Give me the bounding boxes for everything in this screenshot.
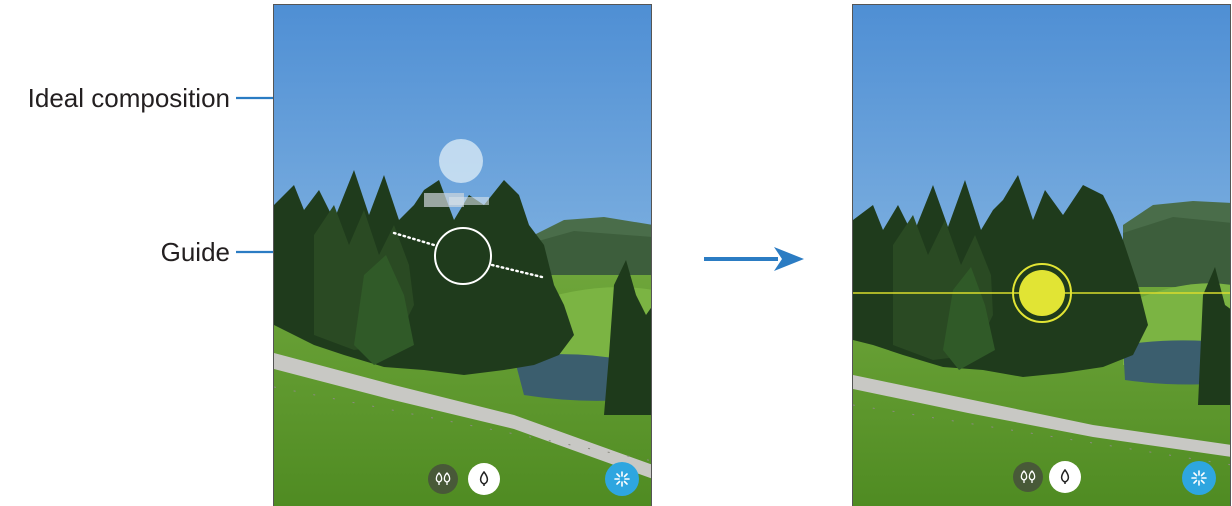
- camera-preview-before: [273, 4, 652, 506]
- scene-mode-button-2[interactable]: [468, 463, 500, 495]
- shutter-button[interactable]: [605, 462, 639, 496]
- ideal-composition-target: [439, 139, 483, 183]
- scene-mode-button-1[interactable]: [1013, 462, 1043, 492]
- guide-label: Guide: [160, 237, 230, 267]
- landscape-scene-before: [274, 5, 651, 506]
- ideal-composition-label: Ideal composition: [27, 83, 230, 113]
- landscape-scene-after: [853, 5, 1230, 506]
- scene-mode-button-2[interactable]: [1049, 461, 1081, 493]
- leaf-drop-icon: [1060, 469, 1070, 484]
- shutter-button[interactable]: [1182, 461, 1216, 495]
- tree-outline-icon: [1020, 470, 1036, 483]
- shutter-aperture-icon: [1191, 470, 1207, 486]
- leaf-drop-icon: [479, 471, 489, 486]
- shutter-aperture-icon: [614, 471, 630, 487]
- aligned-composition-dot: [1019, 270, 1065, 316]
- arrow-right-icon: [704, 247, 804, 271]
- camera-preview-after: [852, 4, 1231, 506]
- scene-mode-button-1[interactable]: [428, 464, 458, 494]
- tree-outline-icon: [435, 472, 451, 485]
